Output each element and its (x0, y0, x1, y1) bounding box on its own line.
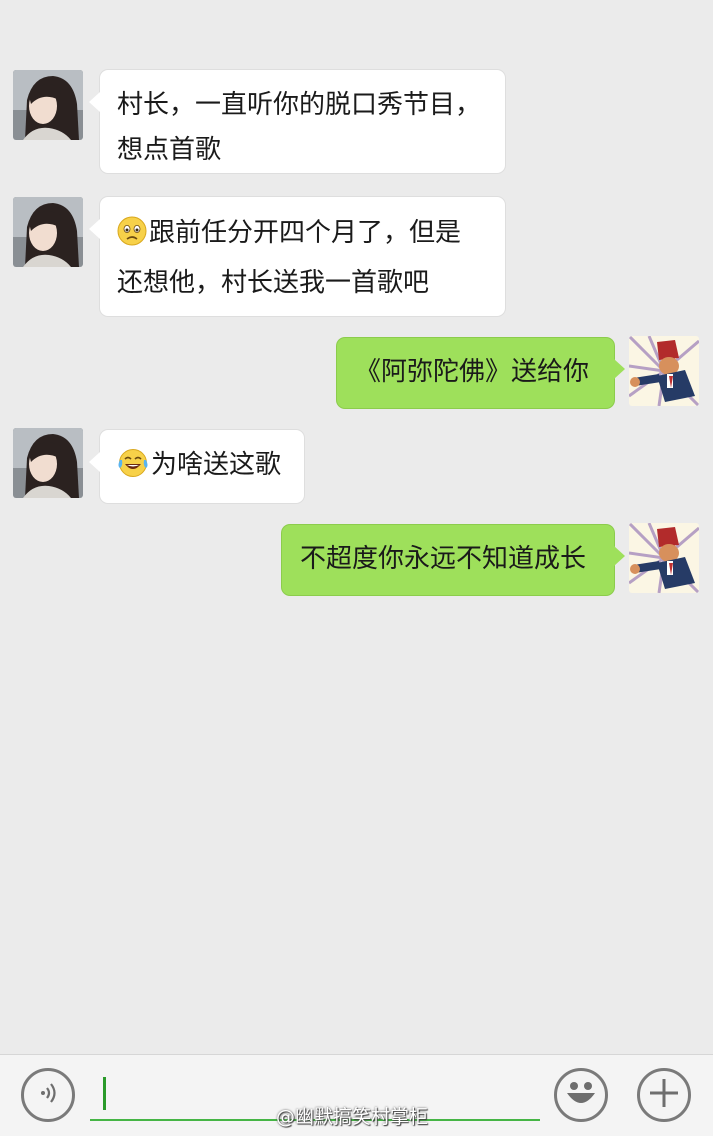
chat-area: 村长，一直听你的脱口秀节目，想点首歌 跟前任分开四个月了，但是还想他，村长送我一… (0, 0, 713, 1054)
incoming-message-bubble[interactable]: 跟前任分开四个月了，但是还想他，村长送我一首歌吧 (89, 197, 505, 316)
smiley-icon (561, 1073, 601, 1117)
plus-icon (647, 1076, 681, 1114)
my-avatar[interactable] (629, 523, 699, 593)
contact-avatar[interactable] (13, 70, 83, 140)
message-text: 不超度你永远不知道成长 (300, 544, 587, 574)
outgoing-message-bubble[interactable]: 不超度你永远不知道成长 (282, 525, 625, 595)
message-text: 村长，一直听你的脱口秀节目，想点首歌 (117, 90, 482, 165)
my-avatar[interactable] (629, 336, 699, 406)
voice-icon (34, 1079, 62, 1111)
more-button[interactable] (637, 1068, 691, 1122)
voice-button[interactable] (21, 1068, 75, 1122)
message-text: 《阿弥陀佛》送给你 (355, 357, 590, 387)
outgoing-message-bubble[interactable]: 《阿弥陀佛》送给你 (337, 338, 625, 408)
worried-face-icon (117, 216, 147, 261)
contact-avatar[interactable] (13, 428, 83, 498)
text-caret (103, 1077, 106, 1110)
tears-of-joy-face-icon (117, 448, 149, 493)
contact-avatar[interactable] (13, 197, 83, 267)
incoming-message-bubble[interactable]: 村长，一直听你的脱口秀节目，想点首歌 (89, 70, 505, 173)
emoji-button[interactable] (554, 1068, 608, 1122)
message-text: 为啥送这歌 (151, 450, 282, 480)
message-text: 跟前任分开四个月了，但是还想他，村长送我一首歌吧 (117, 218, 462, 298)
watermark: @幽默搞笑村掌柜 (276, 1106, 429, 1128)
incoming-message-bubble[interactable]: 为啥送这歌 (89, 430, 304, 503)
